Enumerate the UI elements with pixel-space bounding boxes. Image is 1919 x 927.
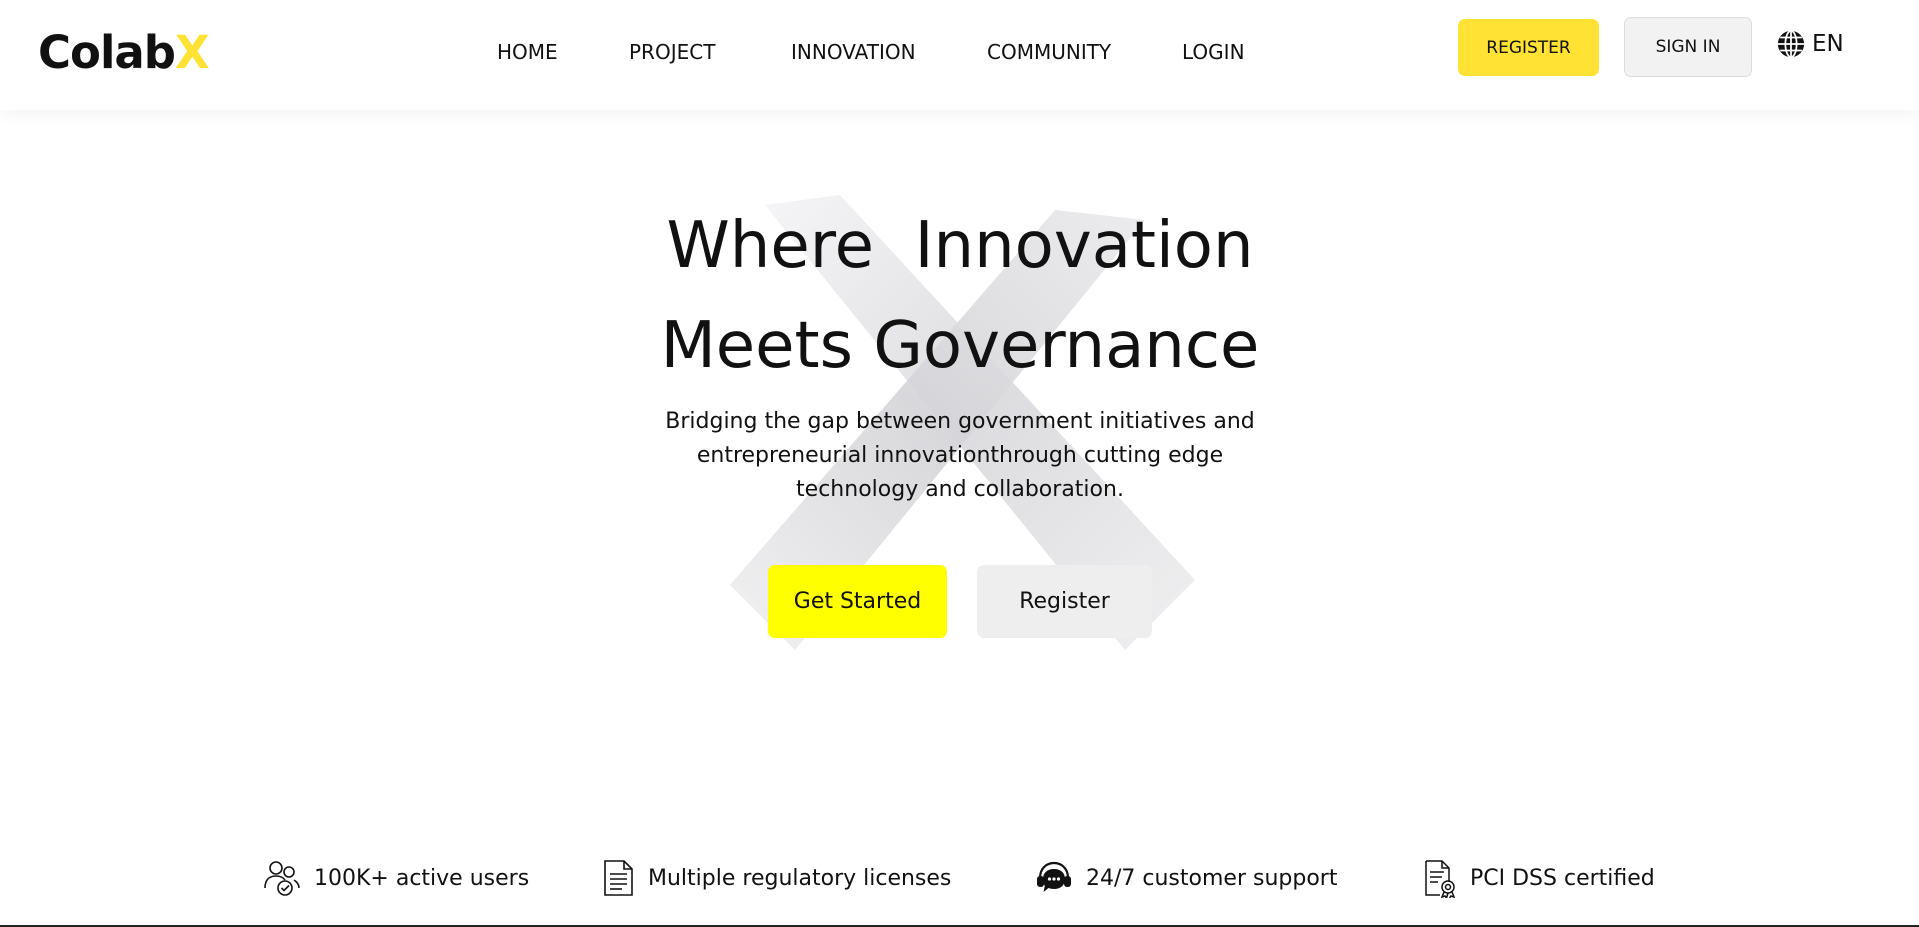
- hero-title: Where Innovation Meets Governance: [560, 196, 1360, 396]
- feature-regulatory-licenses: Multiple regulatory licenses: [600, 857, 951, 899]
- feature-label: 24/7 customer support: [1086, 865, 1338, 891]
- logo-text: Colab: [38, 26, 176, 79]
- feature-label: Multiple regulatory licenses: [648, 865, 952, 891]
- hero-register-button[interactable]: Register: [977, 565, 1152, 638]
- feature-customer-support: 24/7 customer support: [1034, 857, 1337, 899]
- feature-active-users: 100K+ active users: [262, 857, 529, 899]
- document-icon: [600, 858, 636, 898]
- get-started-button[interactable]: Get Started: [768, 565, 947, 638]
- header-register-button[interactable]: REGISTER: [1458, 19, 1599, 76]
- header-sign-in-button[interactable]: SIGN IN: [1624, 17, 1752, 77]
- nav-project-link[interactable]: PROJECT: [629, 40, 715, 64]
- hero-subtitle-line-3: technology and collaboration.: [796, 477, 1124, 502]
- hero-title-line-2: Meets Governance: [660, 309, 1260, 383]
- colabx-logo[interactable]: ColabX: [38, 24, 210, 82]
- hero-subtitle-line-2: entrepreneurial innovationthrough cuttin…: [696, 443, 1224, 468]
- nav-innovation-link[interactable]: INNOVATION: [791, 40, 916, 64]
- language-code: EN: [1812, 31, 1844, 57]
- support-chat-icon: [1034, 858, 1074, 898]
- nav-login-link[interactable]: LOGIN: [1182, 40, 1245, 64]
- feature-pci-dss: PCI DSS certified: [1422, 857, 1655, 899]
- hero-subtitle-line-1: Bridging the gap between government init…: [665, 409, 1255, 434]
- feature-label: PCI DSS certified: [1470, 865, 1655, 891]
- certificate-icon: [1422, 858, 1458, 898]
- nav-home-link[interactable]: HOME: [497, 40, 558, 64]
- top-navigation-bar: ColabX HOME PROJECT INNOVATION COMMUNITY…: [0, 0, 1919, 110]
- hero-subtitle: Bridging the gap between government init…: [620, 405, 1300, 507]
- hero-title-line-1: Where Innovation: [666, 209, 1254, 283]
- logo-accent-x: X: [174, 26, 210, 79]
- globe-icon: [1776, 29, 1806, 59]
- nav-community-link[interactable]: COMMUNITY: [987, 40, 1111, 64]
- language-selector[interactable]: EN: [1776, 28, 1844, 60]
- users-check-icon: [262, 858, 302, 898]
- feature-label: 100K+ active users: [314, 865, 530, 891]
